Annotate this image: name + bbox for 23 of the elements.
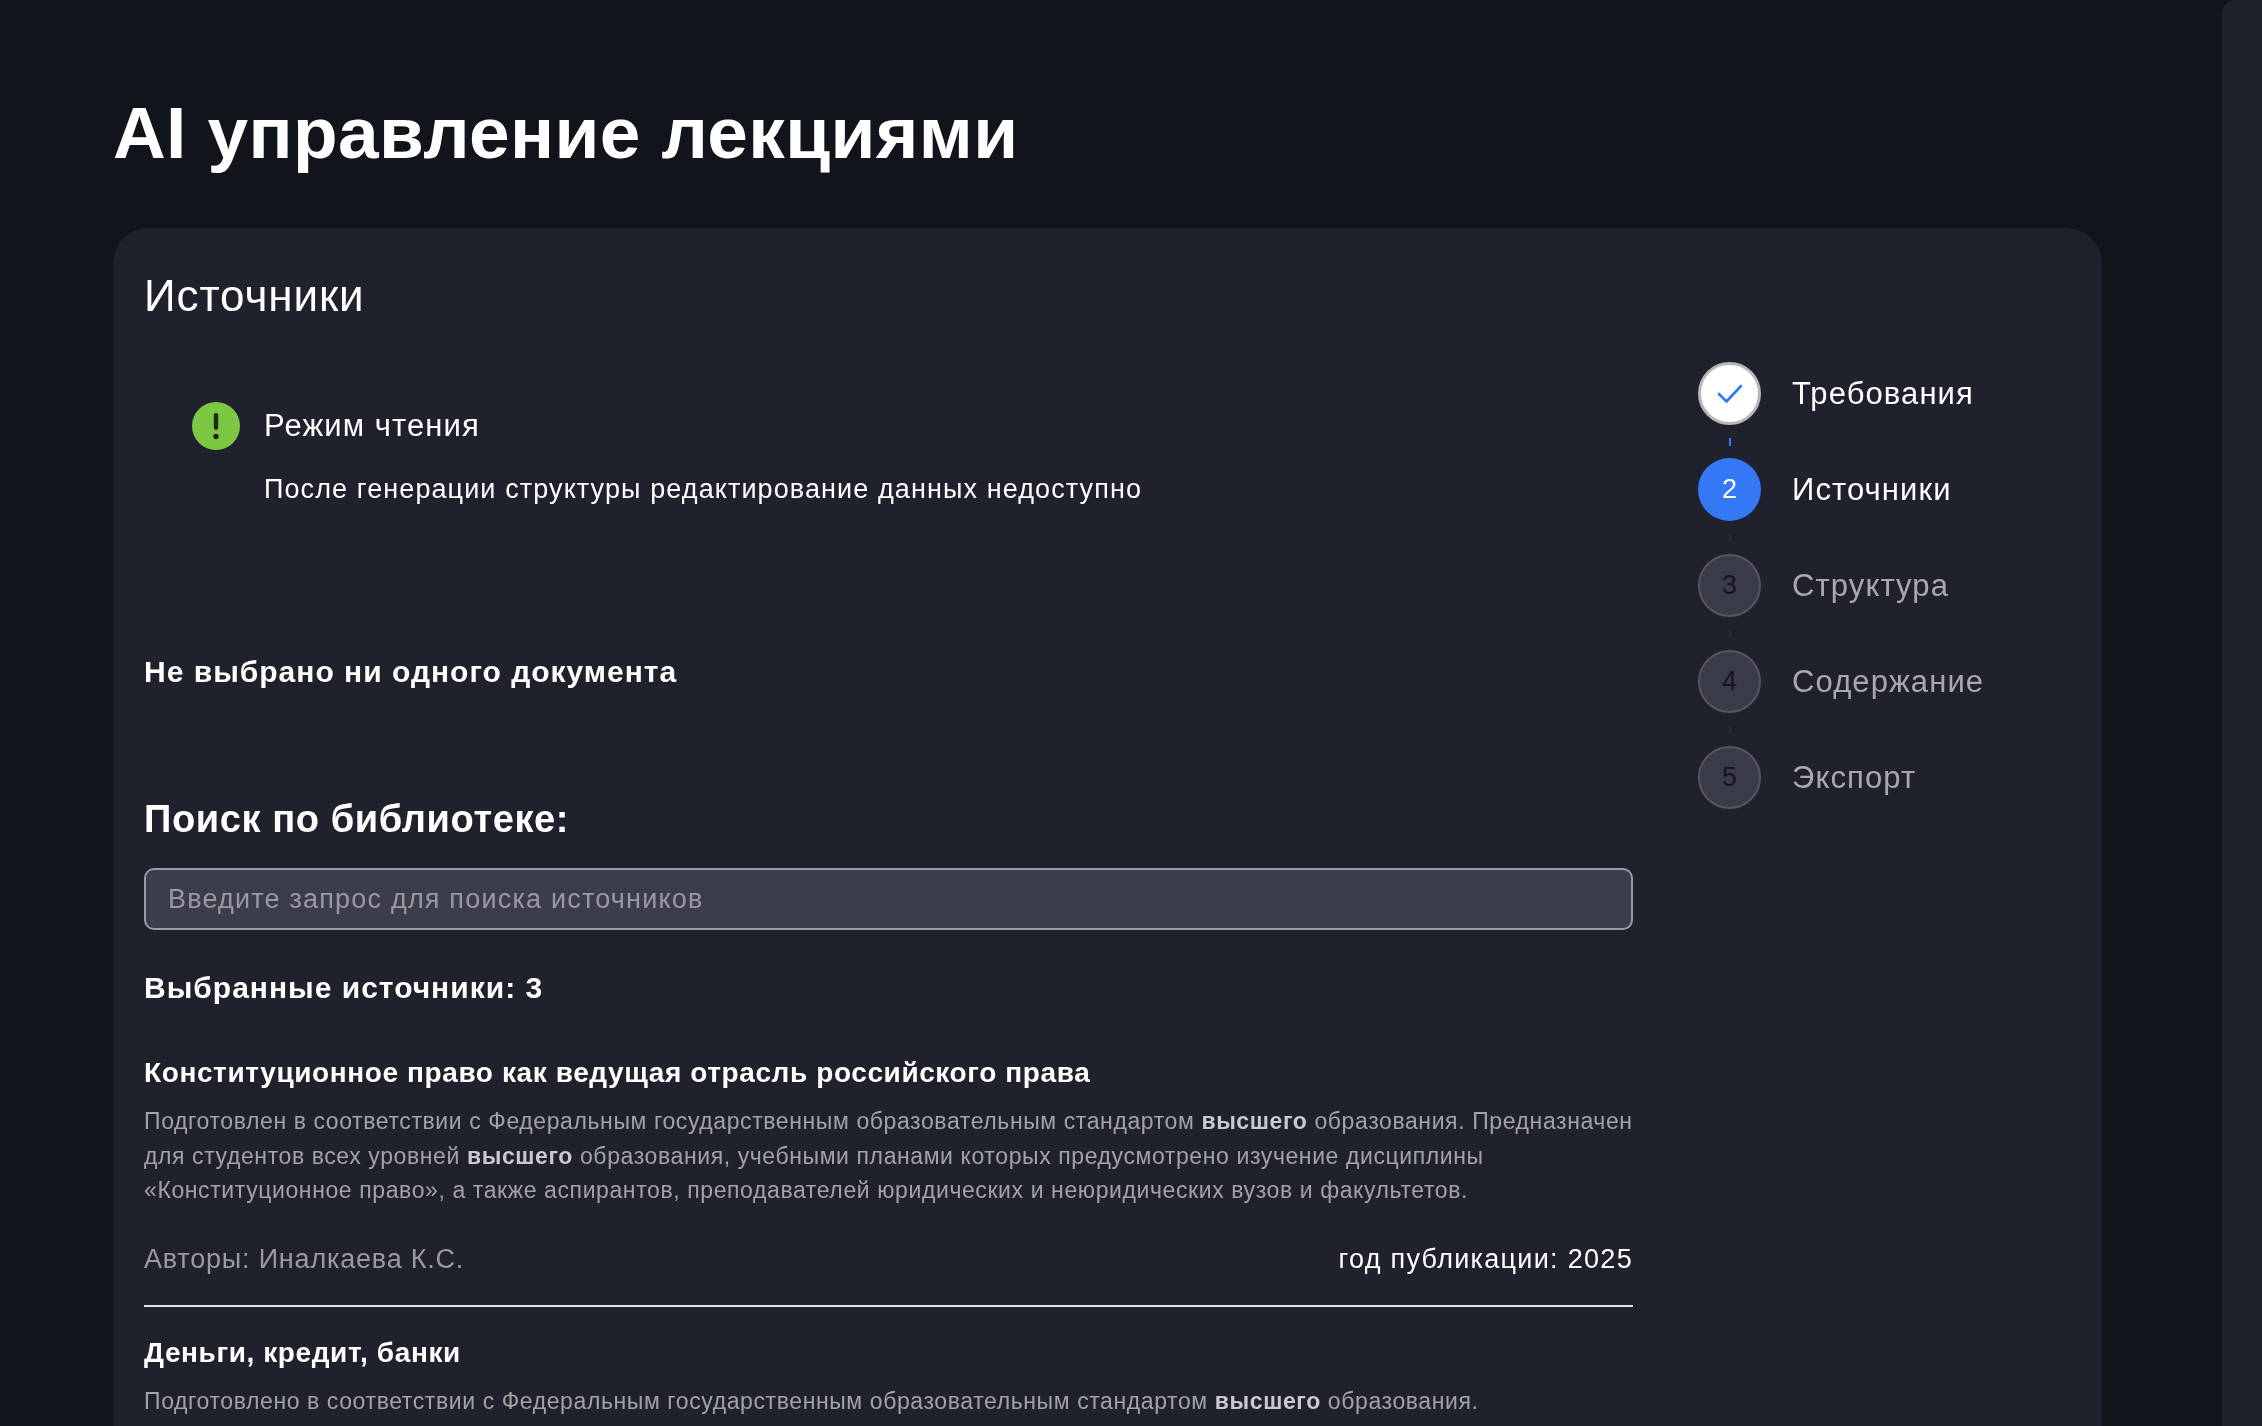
source-authors: Авторы: Иналкаева К.С. bbox=[144, 1242, 465, 1276]
selected-count: Выбранные источники: 3 bbox=[144, 970, 544, 1006]
section-title: Источники bbox=[144, 270, 365, 322]
source-title: Конституционное право как ведущая отрасль российского права bbox=[144, 1056, 1091, 1090]
publication-year: год публикации: 2025 bbox=[1338, 1242, 1633, 1276]
source-description: Подготовлено в соответствии с Федеральным государственным образовательным стандартом высшего образования. bbox=[144, 1386, 1479, 1416]
step-label: Источники bbox=[1792, 470, 1952, 509]
exclamation-icon bbox=[192, 402, 240, 450]
source-title: Деньги, кредит, банки bbox=[144, 1335, 461, 1370]
step-label: Экспорт bbox=[1792, 758, 1917, 797]
selection-status: Не выбрано ни одного документа bbox=[144, 654, 678, 690]
step-label: Содержание bbox=[1792, 662, 1985, 701]
alert-message: После генерации структуры редактирование данных недоступно bbox=[264, 473, 1143, 506]
search-label: Поиск по библиотеке: bbox=[144, 797, 569, 842]
search-field[interactable]: Введите запрос для поиска источников bbox=[144, 868, 1633, 930]
step-connector bbox=[1728, 437, 1731, 446]
step-label: Структура bbox=[1792, 566, 1949, 605]
check-icon bbox=[1716, 383, 1743, 404]
step-label: Требования bbox=[1792, 374, 1974, 413]
page-title: AI управление лекциями bbox=[113, 91, 1019, 175]
alert-title: Режим чтения bbox=[264, 407, 480, 445]
step-circle: 2 bbox=[1698, 458, 1761, 521]
source-description: Подготовлен в соответствии с Федеральным государственным образовательным стандартом высшего образования. Предназначен для студентов всех уровней высшего образования, учебными планами которых предусмотрено изучение дисциплины «Конституционное право», а также аспирантов, преподавателей юридических и неюридических вузов и факультетов. bbox=[144, 1107, 1633, 1206]
